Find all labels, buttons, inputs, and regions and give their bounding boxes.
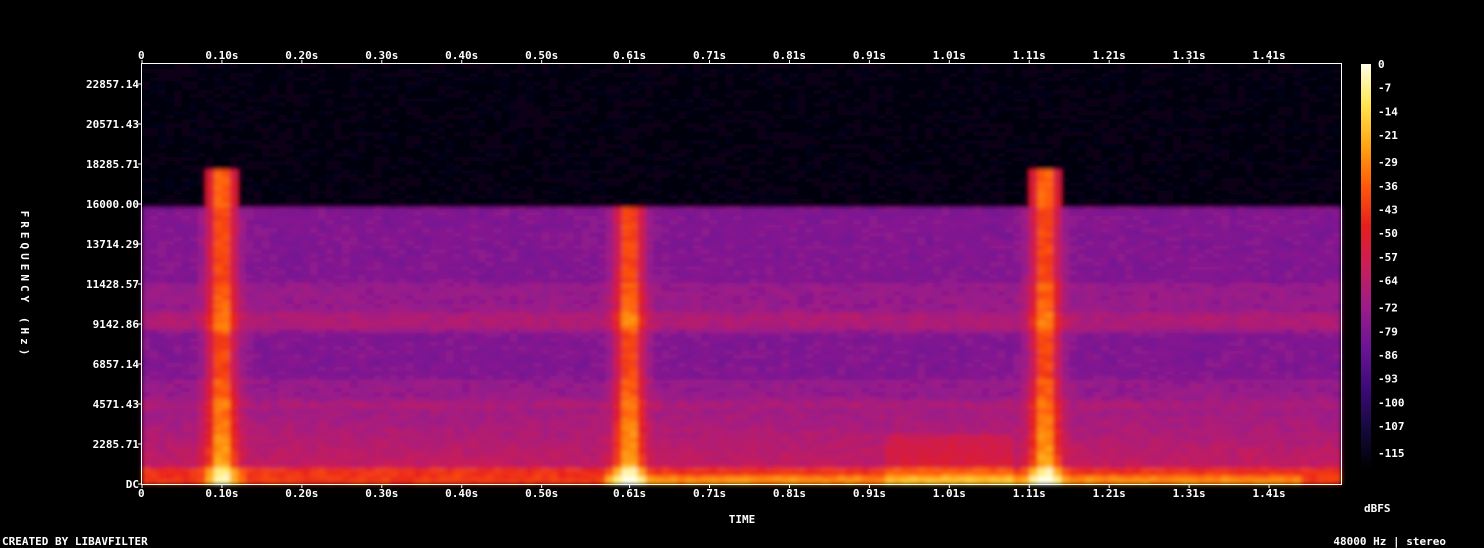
y-tick-label: 22857.14 bbox=[86, 78, 139, 91]
y-tick-label: 20571.43 bbox=[86, 118, 139, 131]
colorbar-tick-label: -57 bbox=[1378, 251, 1398, 264]
x-axis-label: TIME bbox=[729, 513, 756, 526]
colorbar-tick-label: -93 bbox=[1378, 373, 1398, 386]
x-tick-label-top: 1.41s bbox=[1252, 49, 1285, 62]
x-tick-label-top: 0.71s bbox=[693, 49, 726, 62]
colorbar-tick-label: -100 bbox=[1378, 396, 1405, 409]
footer-credit: CREATED BY LIBAVFILTER bbox=[2, 535, 148, 548]
x-tick-label-top: 1.11s bbox=[1013, 49, 1046, 62]
x-tick-label-top: 0.40s bbox=[445, 49, 478, 62]
y-tick-label: 4571.43 bbox=[93, 398, 139, 411]
x-tick-label-bottom: 0.30s bbox=[365, 487, 398, 500]
y-tick-label: 11428.57 bbox=[86, 278, 139, 291]
x-tick-label-top: 1.31s bbox=[1173, 49, 1206, 62]
colorbar-tick-label: -107 bbox=[1378, 420, 1405, 433]
colorbar-gradient bbox=[1361, 64, 1371, 470]
colorbar-tick-label: -7 bbox=[1378, 82, 1391, 95]
y-tick-label: 2285.71 bbox=[93, 438, 140, 451]
colorbar-tick-label: -64 bbox=[1378, 275, 1398, 288]
x-tick-label-bottom: 0.50s bbox=[525, 487, 558, 500]
x-tick-label-bottom: 0.20s bbox=[285, 487, 318, 500]
colorbar-tick-label: -79 bbox=[1378, 325, 1398, 338]
spectrogram-plot bbox=[142, 64, 1342, 485]
x-tick-label-bottom: 0.61s bbox=[613, 487, 646, 500]
x-tick-label-bottom: 1.11s bbox=[1013, 487, 1046, 500]
x-tick-label-top: 0.61s bbox=[613, 49, 646, 62]
x-tick-label-top: 1.01s bbox=[933, 49, 966, 62]
x-tick-label-bottom: 0.71s bbox=[693, 487, 726, 500]
x-tick-label-bottom: 0.91s bbox=[853, 487, 886, 500]
x-tick-label-top: 0.91s bbox=[853, 49, 886, 62]
colorbar-tick-label: -50 bbox=[1378, 227, 1398, 240]
x-tick-label-bottom: 1.41s bbox=[1252, 487, 1285, 500]
footer-sample-info: 48000 Hz | stereo bbox=[1333, 535, 1446, 548]
y-tick-label: 6857.14 bbox=[93, 358, 140, 371]
y-tick-label: 18285.71 bbox=[86, 158, 139, 171]
y-tick-label: 16000.00 bbox=[86, 198, 139, 211]
colorbar-tick-label: -86 bbox=[1378, 349, 1398, 362]
colorbar-tick-label: -72 bbox=[1378, 302, 1398, 315]
colorbar-tick-label: -115 bbox=[1378, 447, 1405, 460]
x-tick-label-bottom: 0.81s bbox=[773, 487, 806, 500]
x-tick-label-bottom: 1.21s bbox=[1093, 487, 1126, 500]
colorbar-tick-label: -43 bbox=[1378, 203, 1398, 216]
colorbar: 0 -7 -14 -21 -29 -36 -43 -50 -57 -64 -72 -79 -86 -93 -… bbox=[1361, 58, 1405, 470]
x-tick-label-top: 0.30s bbox=[365, 49, 398, 62]
x-tick-label-top: 0.10s bbox=[205, 49, 238, 62]
x-tick-label-top: 0.50s bbox=[525, 49, 558, 62]
colorbar-tick-label: -29 bbox=[1378, 156, 1398, 169]
spectrogram-cells bbox=[142, 64, 1342, 485]
y-axis-label: FREQUENCY (Hz) bbox=[18, 211, 31, 360]
y-tick-label: 13714.29 bbox=[86, 238, 139, 251]
colorbar-label: dBFS bbox=[1364, 502, 1391, 515]
x-tick-label-bottom: 0.40s bbox=[445, 487, 478, 500]
colorbar-tick-label: 0 bbox=[1378, 58, 1385, 71]
colorbar-tick-label: -21 bbox=[1378, 129, 1398, 142]
x-tick-label-bottom: 1.01s bbox=[933, 487, 966, 500]
x-tick-label-top: 0.81s bbox=[773, 49, 806, 62]
y-tick-label: 9142.86 bbox=[93, 318, 140, 331]
x-tick-label-top: 0.20s bbox=[285, 49, 318, 62]
x-tick-label-bottom: 1.31s bbox=[1173, 487, 1206, 500]
x-tick-label-top: 0 bbox=[138, 49, 145, 62]
y-tick-label: DC bbox=[126, 478, 139, 491]
spectrogram-chart: 0 0 0.10s 0.10s 0.20s 0.20s 0.30s 0.30s 0.40s 0.4… bbox=[0, 0, 1484, 548]
x-tick-label-bottom: 0.10s bbox=[205, 487, 238, 500]
x-tick-label-top: 1.21s bbox=[1093, 49, 1126, 62]
colorbar-tick-label: -14 bbox=[1378, 105, 1398, 118]
colorbar-tick-label: -36 bbox=[1378, 180, 1398, 193]
